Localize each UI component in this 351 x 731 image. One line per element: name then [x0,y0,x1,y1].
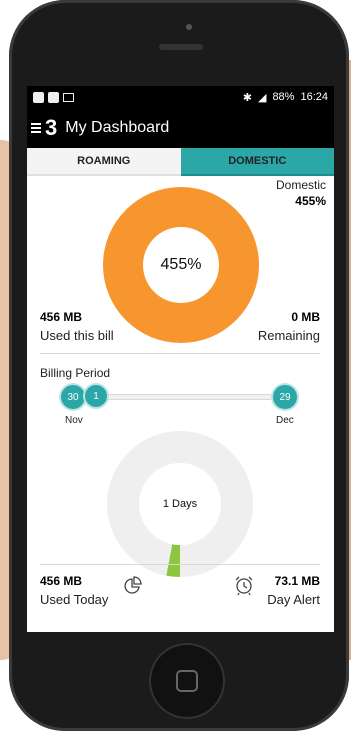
billing-period-section: Billing Period 30 1 29 Nov Dec 1 Days [27,358,334,577]
used-today-value: 456 MB [40,574,83,588]
app-screen: ✱ ◢ 88% 16:24 3 My Dashboard ROAMING DOM… [27,86,334,632]
billing-slider-track[interactable] [79,394,273,400]
lte-signal-icon: ◢ [257,91,267,104]
day-alert-value: 73.1 MB [274,574,320,588]
notification-square-icon [48,91,59,103]
billing-slider-thumb[interactable]: 1 [85,385,107,407]
daily-usage-section: 456 MB Used Today 73.1 MB Day Alert [27,568,334,628]
home-square-icon [176,670,198,692]
remaining-value: 0 MB [291,310,320,324]
day-progress-ring: 1 Days [107,431,253,577]
plan-label: Domestic [275,178,326,192]
alarm-clock-icon[interactable] [233,574,255,596]
usage-ring: 455% [103,187,259,343]
tab-bar: ROAMING DOMESTIC [27,148,334,176]
clock: 16:24 [300,91,328,103]
remaining-label: Remaining [257,328,320,343]
end-month-label: Dec [276,415,294,426]
used-this-bill-label: Used this bill [40,328,114,343]
start-day-marker: 30 [61,385,85,409]
pie-chart-icon[interactable] [123,576,143,596]
days-elapsed-label: 1 Days [139,463,221,545]
earpiece [159,44,203,50]
used-today-label: Used Today [40,592,109,607]
device-scene: ✱ ◢ 88% 16:24 3 My Dashboard ROAMING DOM… [0,0,351,731]
notification-square-icon [33,91,44,103]
end-day-marker: 29 [273,385,297,409]
app-bar: 3 My Dashboard [27,108,334,148]
menu-icon[interactable] [31,123,41,133]
bluetooth-icon: ✱ [242,91,252,104]
usage-center-percent: 455% [143,227,219,303]
divider [40,564,320,565]
divider [40,353,320,354]
battery-percent: 88% [272,91,295,103]
plan-percent: 455% [295,194,326,208]
used-this-bill-value: 456 MB [40,310,83,324]
usage-section: Domestic 455% 455% 456 MB Used this bill… [27,176,334,358]
tab-domestic[interactable]: DOMESTIC [180,148,334,176]
page-title: My Dashboard [65,119,170,136]
status-bar: ✱ ◢ 88% 16:24 [27,86,334,108]
home-button[interactable] [149,643,225,719]
three-logo-icon: 3 [45,115,58,140]
tab-roaming[interactable]: ROAMING [27,148,181,176]
camera [186,24,192,30]
billing-period-title: Billing Period [40,366,111,380]
image-icon [63,92,74,102]
start-month-label: Nov [65,415,83,426]
day-alert-label: Day Alert [267,592,320,607]
